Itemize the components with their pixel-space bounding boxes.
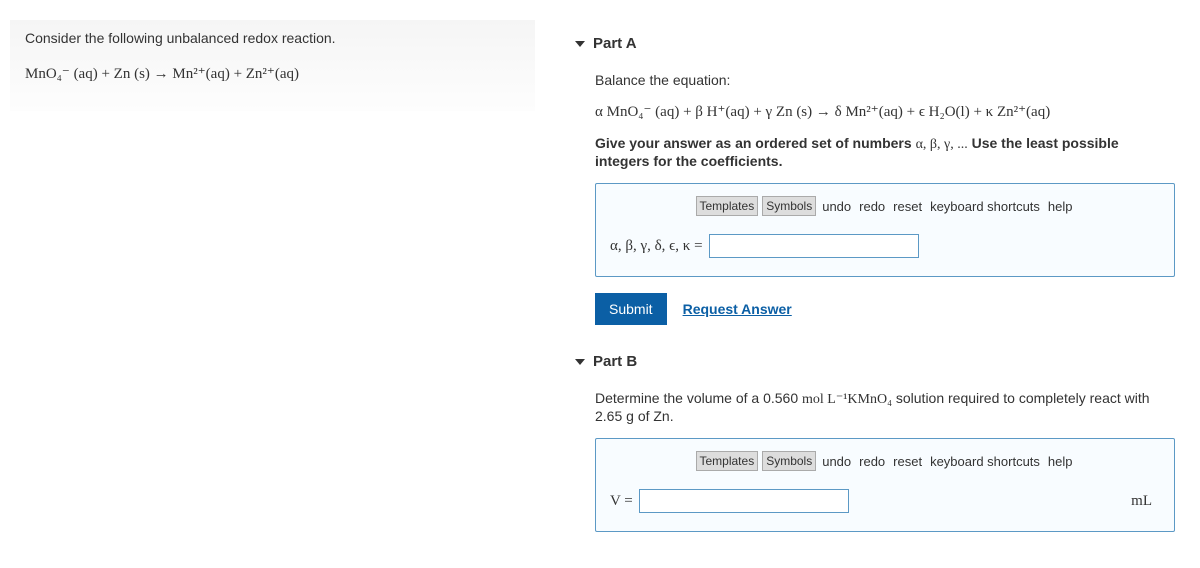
part-b-title: Part B — [593, 353, 637, 370]
reset-button[interactable]: reset — [891, 454, 924, 469]
balanced-equation-template: α MnO₄⁻ (aq) + β H⁺(aq) + γ Zn (s) → δ M… — [595, 102, 1175, 121]
help-button[interactable]: help — [1046, 454, 1075, 469]
templates-button[interactable]: Templates — [696, 451, 759, 471]
part-b-header[interactable]: Part B — [575, 353, 1175, 370]
symbols-button[interactable]: Symbols — [762, 451, 816, 471]
part-b-question: Determine the volume of a 0.560 mol L⁻¹K… — [595, 390, 1175, 424]
redo-button[interactable]: redo — [857, 199, 887, 214]
part-a-answer-label: α, β, γ, δ, ϵ, κ = — [610, 238, 703, 255]
part-b-answer-box: Templates Symbols undo redo reset keyboa… — [595, 438, 1175, 532]
part-a-answer-box: Templates Symbols undo redo reset keyboa… — [595, 183, 1175, 277]
part-b-unit: mL — [1131, 493, 1160, 510]
problem-statement: Consider the following unbalanced redox … — [10, 20, 535, 111]
symbols-button[interactable]: Symbols — [762, 196, 816, 216]
redo-button[interactable]: redo — [857, 454, 887, 469]
part-a-toolbar: Templates Symbols undo redo reset keyboa… — [610, 196, 1160, 216]
part-a-instruction: Balance the equation: — [595, 72, 1175, 88]
undo-button[interactable]: undo — [820, 454, 853, 469]
caret-down-icon — [575, 359, 585, 365]
part-b-toolbar: Templates Symbols undo redo reset keyboa… — [610, 451, 1160, 471]
part-b-answer-label: V = — [610, 493, 633, 510]
submit-button[interactable]: Submit — [595, 293, 667, 325]
undo-button[interactable]: undo — [820, 199, 853, 214]
part-a-title: Part A — [593, 35, 637, 52]
caret-down-icon — [575, 41, 585, 47]
templates-button[interactable]: Templates — [696, 196, 759, 216]
ordered-set-instruction: Give your answer as an ordered set of nu… — [595, 135, 1175, 169]
help-button[interactable]: help — [1046, 199, 1075, 214]
request-answer-link[interactable]: Request Answer — [683, 301, 792, 317]
keyboard-shortcuts-button[interactable]: keyboard shortcuts — [928, 454, 1042, 469]
unbalanced-equation: MnO₄⁻ (aq) + Zn (s) → Mn²⁺(aq) + Zn²⁺(aq… — [25, 64, 520, 83]
part-b-answer-input[interactable] — [639, 489, 849, 513]
keyboard-shortcuts-button[interactable]: keyboard shortcuts — [928, 199, 1042, 214]
reset-button[interactable]: reset — [891, 199, 924, 214]
part-a-answer-input[interactable] — [709, 234, 919, 258]
prompt-text: Consider the following unbalanced redox … — [25, 30, 520, 46]
part-a-header[interactable]: Part A — [575, 35, 1175, 52]
